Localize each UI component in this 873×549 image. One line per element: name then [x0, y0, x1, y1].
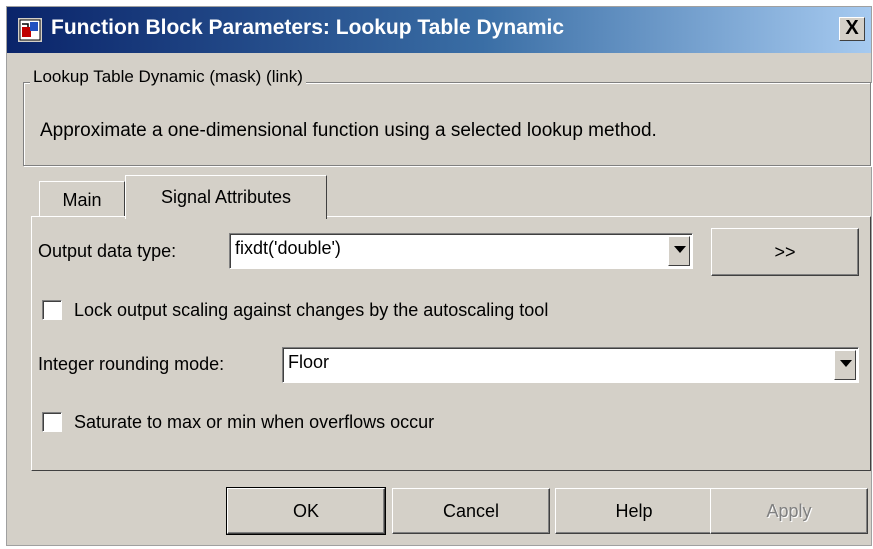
tab-main[interactable]: Main — [39, 181, 125, 217]
window-title: Function Block Parameters: Lookup Table … — [51, 16, 565, 39]
help-button[interactable]: Help — [555, 488, 713, 534]
output-data-type-value: fixdt('double') — [235, 238, 341, 258]
tab-signal-attributes-label: Signal Attributes — [160, 187, 292, 207]
rounding-mode-value: Floor — [288, 352, 330, 372]
signal-attributes-panel: Output data type: fixdt('double') >> Loc… — [31, 216, 871, 471]
simulink-block-icon — [18, 18, 42, 42]
data-type-assistant-label: >> — [774, 242, 796, 262]
rounding-mode-combo[interactable]: Floor — [282, 347, 859, 383]
block-description: Approximate a one-dimensional function u… — [40, 120, 657, 141]
tab-main-label: Main — [62, 190, 102, 210]
saturate-label[interactable]: Saturate to max or min when overflows oc… — [74, 412, 434, 433]
dropdown-arrow-icon[interactable] — [834, 350, 856, 380]
output-data-type-combo[interactable]: fixdt('double') — [229, 233, 693, 269]
dropdown-arrow-icon[interactable] — [668, 236, 690, 266]
group-legend: Lookup Table Dynamic (mask) (link) — [30, 67, 306, 87]
tab-signal-attributes[interactable]: Signal Attributes — [125, 175, 327, 219]
cancel-button[interactable]: Cancel — [392, 488, 550, 534]
ok-button[interactable]: OK — [226, 487, 386, 535]
lock-scaling-label[interactable]: Lock output scaling against changes by t… — [74, 300, 548, 321]
dialog-window: Function Block Parameters: Lookup Table … — [6, 6, 872, 546]
close-icon: X — [845, 17, 859, 39]
title-bar[interactable]: Function Block Parameters: Lookup Table … — [7, 7, 871, 53]
ok-button-label: OK — [292, 501, 319, 521]
help-button-label: Help — [615, 501, 653, 521]
cancel-button-label: Cancel — [442, 501, 500, 521]
apply-button-label: Apply — [766, 501, 812, 521]
apply-button[interactable]: Apply — [710, 488, 868, 534]
rounding-mode-label: Integer rounding mode: — [38, 354, 225, 374]
saturate-checkbox[interactable] — [42, 412, 62, 432]
lock-scaling-checkbox[interactable] — [42, 300, 62, 320]
output-data-type-label: Output data type: — [38, 241, 177, 261]
close-button[interactable]: X — [839, 17, 865, 41]
data-type-assistant-button[interactable]: >> — [711, 228, 859, 276]
